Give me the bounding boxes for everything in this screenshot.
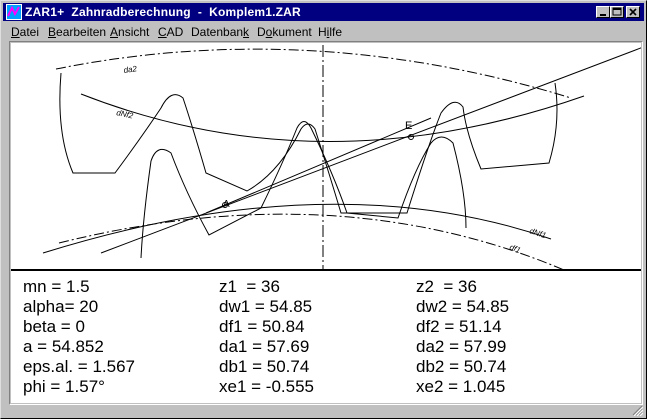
gear1-teeth	[140, 121, 467, 259]
zar-app-icon	[6, 4, 22, 20]
result-phi: phi = 1.57°	[23, 377, 105, 396]
app-window: ZAR1+ Zahnradberechnung - Komplem1.ZAR D…	[0, 0, 647, 419]
size-grip-icon[interactable]	[632, 405, 643, 416]
result-db2: db2 = 50.74	[416, 357, 507, 376]
result-z2: z2 = 36	[416, 277, 477, 296]
gear2-teeth	[59, 72, 558, 214]
result-z1: z1 = 36	[219, 277, 280, 296]
result-xe2: xe2 = 1.045	[416, 377, 506, 396]
menu-hilfe[interactable]: Hilfe	[318, 25, 342, 39]
label-point-a: A	[223, 199, 230, 210]
result-df2: df2 = 51.14	[416, 317, 502, 336]
result-da2: da2 = 57.99	[416, 337, 507, 356]
menu-datei[interactable]: Datei	[11, 25, 39, 39]
menu-dokument[interactable]: Dokument	[257, 25, 312, 39]
window-title: ZAR1+ Zahnradberechnung - Komplem1.ZAR	[25, 5, 301, 19]
menu-bar: Datei Bearbeiten Ansicht CAD Datenbank D…	[3, 22, 644, 41]
result-mn: mn = 1.5	[23, 277, 90, 296]
base-line	[100, 45, 647, 254]
label-dnf1: dNf1	[528, 226, 547, 240]
menu-datenbank[interactable]: Datenbank	[191, 25, 249, 39]
result-eps-al: eps.al. = 1.567	[23, 357, 136, 376]
minimize-button[interactable]	[596, 6, 610, 18]
result-da1: da1 = 57.69	[219, 337, 310, 356]
close-button[interactable]	[626, 6, 640, 18]
menu-ansicht[interactable]: Ansicht	[110, 25, 149, 39]
title-bar[interactable]: ZAR1+ Zahnradberechnung - Komplem1.ZAR	[3, 3, 644, 21]
close-icon	[629, 8, 637, 16]
label-df1: df1	[508, 243, 522, 256]
dnf2-circle	[80, 93, 585, 142]
results-panel: mn = 1.5 z1 = 36 z2 = 36 alpha= 20 dw1 =…	[11, 269, 641, 403]
minimize-icon	[600, 14, 606, 16]
result-alpha: alpha= 20	[23, 297, 99, 316]
result-dw2: dw2 = 54.85	[416, 297, 510, 316]
result-xe1: xe1 = -0.555	[219, 377, 314, 396]
result-dw1: dw1 = 54.85	[219, 297, 313, 316]
maximize-icon	[612, 7, 622, 16]
menu-bearbeiten[interactable]: Bearbeiten	[48, 25, 106, 39]
label-da2: da2	[123, 64, 138, 75]
result-a: a = 54.852	[23, 337, 104, 356]
result-beta: beta = 0	[23, 317, 85, 336]
status-bar	[3, 405, 644, 417]
label-dnf2: dNf2	[116, 108, 135, 120]
label-point-e: E	[405, 120, 412, 132]
line-of-action	[205, 117, 432, 214]
result-df1: df1 = 50.84	[219, 317, 305, 336]
result-db1: db1 = 50.74	[219, 357, 310, 376]
gear-drawing-canvas[interactable]: da2 dNf2 dNf1 df1 A E	[11, 43, 647, 274]
gear-mesh-diagram: da2 dNf2 dNf1 df1 A E	[42, 45, 647, 274]
menu-cad[interactable]: CAD	[158, 25, 183, 39]
maximize-button[interactable]	[610, 6, 624, 18]
